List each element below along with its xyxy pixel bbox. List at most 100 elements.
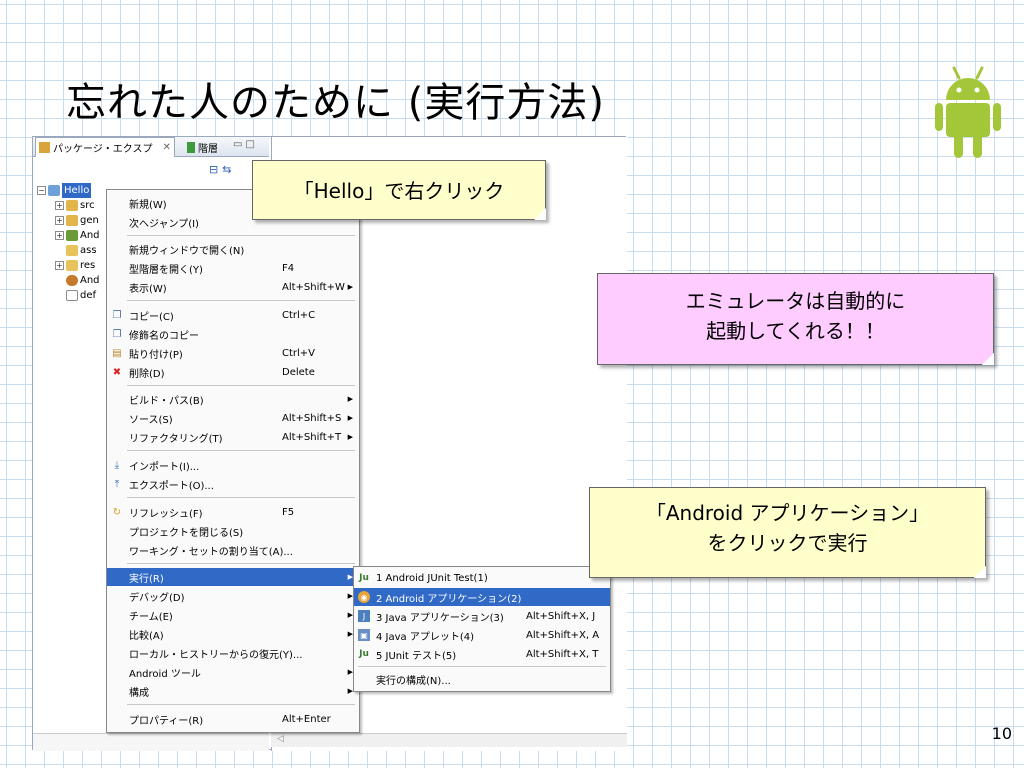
- submenu-item-java-applet[interactable]: ▣ 4 Java アプレット(4) Alt+Shift+X, A: [354, 626, 610, 644]
- menu-separator: [127, 563, 355, 564]
- tree-label: ass: [80, 245, 97, 256]
- menu-item-label: 新規(W): [129, 199, 167, 211]
- tree-row[interactable]: And: [37, 273, 107, 288]
- menu-item-label: ワーキング・セットの割り当て(A)...: [129, 546, 293, 558]
- menu-item-label: 構成: [129, 687, 149, 699]
- minimize-maximize-icons[interactable]: ▭□: [233, 139, 258, 150]
- android-logo-icon: [935, 66, 1001, 158]
- submenu-item-junit-test[interactable]: Ju 5 JUnit テスト(5) Alt+Shift+X, T: [354, 645, 610, 663]
- tab-hierarchy[interactable]: 階層: [185, 137, 227, 157]
- close-icon[interactable]: ✕: [163, 142, 171, 153]
- menu-item-refresh[interactable]: ↻ リフレッシュ(F) F5: [107, 503, 359, 521]
- tree-row[interactable]: + And: [37, 228, 107, 243]
- scroll-left-icon[interactable]: ◁: [277, 734, 284, 744]
- package-folder-icon: [66, 215, 78, 226]
- menu-item-shortcut: Alt+Shift+S: [282, 412, 342, 424]
- tree-row[interactable]: ass: [37, 243, 107, 258]
- menu-item-shortcut: F4: [282, 262, 295, 274]
- submenu-item-java-application[interactable]: J 3 Java アプリケーション(3) Alt+Shift+X, J: [354, 607, 610, 625]
- expand-icon[interactable]: +: [55, 216, 64, 225]
- menu-item-label: 実行の構成(N)...: [376, 675, 451, 687]
- menu-item-shortcut: F5: [282, 506, 295, 518]
- menu-item-label: 削除(D): [129, 368, 165, 380]
- menu-item-label: 比較(A): [129, 630, 164, 642]
- page-fold-corner: [534, 208, 546, 220]
- tree-row[interactable]: def: [37, 288, 107, 303]
- tree-label: And: [80, 230, 100, 241]
- menu-item-label: チーム(E): [129, 611, 173, 623]
- menu-item-label: デバッグ(D): [129, 592, 185, 604]
- submenu-item-android-application[interactable]: ◉ 2 Android アプリケーション(2): [354, 588, 610, 606]
- page-number: 10: [991, 724, 1012, 743]
- tree-row[interactable]: + src: [37, 198, 107, 213]
- run-as-submenu: Ju 1 Android JUnit Test(1) ◉ 2 Android アプリ…: [353, 566, 611, 692]
- submenu-item-android-junit-test[interactable]: Ju 1 Android JUnit Test(1): [354, 569, 610, 587]
- junit-icon: Ju: [359, 573, 369, 583]
- submenu-arrow-icon: ▶: [347, 433, 353, 441]
- menu-item-import[interactable]: ⤓ インポート(I)...: [107, 456, 359, 474]
- menu-item-compare-with[interactable]: 比較(A) ▶: [107, 625, 359, 643]
- callout-text: 「Hello」で右クリック: [293, 179, 505, 203]
- submenu-item-run-configurations[interactable]: 実行の構成(N)...: [354, 670, 610, 688]
- menu-item-shortcut: Ctrl+V: [282, 347, 316, 359]
- menu-item-label: コピー(C): [129, 311, 174, 323]
- menu-item-configure[interactable]: 構成 ▶: [107, 682, 359, 700]
- tree-row[interactable]: + gen: [37, 213, 107, 228]
- tree-label: And: [80, 275, 100, 286]
- menu-item-label: 1 Android JUnit Test(1): [376, 572, 488, 584]
- menu-item-delete[interactable]: ✖ 削除(D) Delete: [107, 363, 359, 381]
- menu-item-build-path[interactable]: ビルド・パス(B) ▶: [107, 390, 359, 408]
- menu-item-label: ソース(S): [129, 414, 173, 426]
- menu-item-open-type-hierarchy[interactable]: 型階層を開く(Y) F4: [107, 259, 359, 277]
- android-manifest-icon: [66, 275, 78, 286]
- menu-separator: [127, 704, 355, 705]
- menu-item-run-as[interactable]: 実行(R) ▶: [107, 568, 359, 586]
- menu-item-shortcut: Alt+Shift+X, J: [526, 610, 596, 622]
- menu-item-copy[interactable]: ❐ コピー(C) Ctrl+C: [107, 306, 359, 324]
- menu-item-shortcut: Alt+Shift+W: [282, 281, 345, 293]
- callout-text: 「Android アプリケーション」: [645, 501, 930, 525]
- view-tab-bar: パッケージ・エクスプ ✕ 階層 ▭□: [33, 137, 269, 157]
- callout-text: エミュレータは自動的に: [685, 289, 906, 313]
- tab-hierarchy-label: 階層: [198, 143, 218, 155]
- horizontal-scrollbar[interactable]: ◁: [271, 733, 627, 747]
- menu-item-restore-local-history[interactable]: ローカル・ヒストリーからの復元(Y)...: [107, 644, 359, 662]
- menu-item-android-tools[interactable]: Android ツール ▶: [107, 663, 359, 681]
- menu-separator: [127, 300, 355, 301]
- menu-item-paste[interactable]: ▤ 貼り付け(P) Ctrl+V: [107, 344, 359, 362]
- callout-text: をクリックで実行: [707, 531, 868, 555]
- menu-item-export[interactable]: ⤒ エクスポート(O)...: [107, 475, 359, 493]
- menu-item-shortcut: Alt+Shift+X, A: [526, 629, 600, 641]
- menu-item-label: インポート(I)...: [129, 461, 200, 473]
- menu-item-label: 表示(W): [129, 283, 167, 295]
- menu-item-label: 4 Java アプレット(4): [376, 631, 475, 643]
- expand-icon[interactable]: +: [55, 261, 64, 270]
- tree-row[interactable]: + res: [37, 258, 107, 273]
- menu-item-show-in[interactable]: 表示(W) Alt+Shift+W ▶: [107, 278, 359, 296]
- menu-item-label: Android ツール: [129, 668, 201, 680]
- tree-row-hello[interactable]: − Hello: [37, 183, 107, 198]
- menu-item-properties[interactable]: プロパティー(R) Alt+Enter: [107, 710, 359, 728]
- menu-item-team[interactable]: チーム(E) ▶: [107, 606, 359, 624]
- menu-item-copy-qualified-name[interactable]: ❐ 修飾名のコピー: [107, 325, 359, 343]
- submenu-arrow-icon: ▶: [347, 395, 353, 403]
- expand-icon[interactable]: +: [55, 201, 64, 210]
- java-applet-icon: ▣: [358, 629, 370, 641]
- callout-android-application: 「Android アプリケーション」 をクリックで実行: [589, 487, 986, 578]
- menu-item-debug-as[interactable]: デバッグ(D) ▶: [107, 587, 359, 605]
- collapse-icon[interactable]: −: [37, 186, 46, 195]
- menu-item-source[interactable]: ソース(S) Alt+Shift+S ▶: [107, 409, 359, 427]
- menu-item-assign-working-sets[interactable]: ワーキング・セットの割り当て(A)...: [107, 541, 359, 559]
- menu-item-label: 修飾名のコピー: [129, 330, 199, 342]
- tab-package-explorer-label: パッケージ・エクスプ: [53, 144, 153, 155]
- menu-item-open-new-window[interactable]: 新規ウィンドウで開く(N): [107, 240, 359, 258]
- tree-label: src: [80, 200, 95, 211]
- tab-package-explorer[interactable]: パッケージ・エクスプ ✕: [35, 137, 175, 157]
- refresh-icon: ↻: [112, 506, 122, 518]
- library-icon: [66, 230, 78, 241]
- menu-item-refactor[interactable]: リファクタリング(T) Alt+Shift+T ▶: [107, 428, 359, 446]
- view-toolbar-icons[interactable]: ⊟⇆: [209, 163, 235, 176]
- menu-item-close-project[interactable]: プロジェクトを閉じる(S): [107, 522, 359, 540]
- expand-icon[interactable]: +: [55, 231, 64, 240]
- import-icon: ⤓: [114, 459, 120, 471]
